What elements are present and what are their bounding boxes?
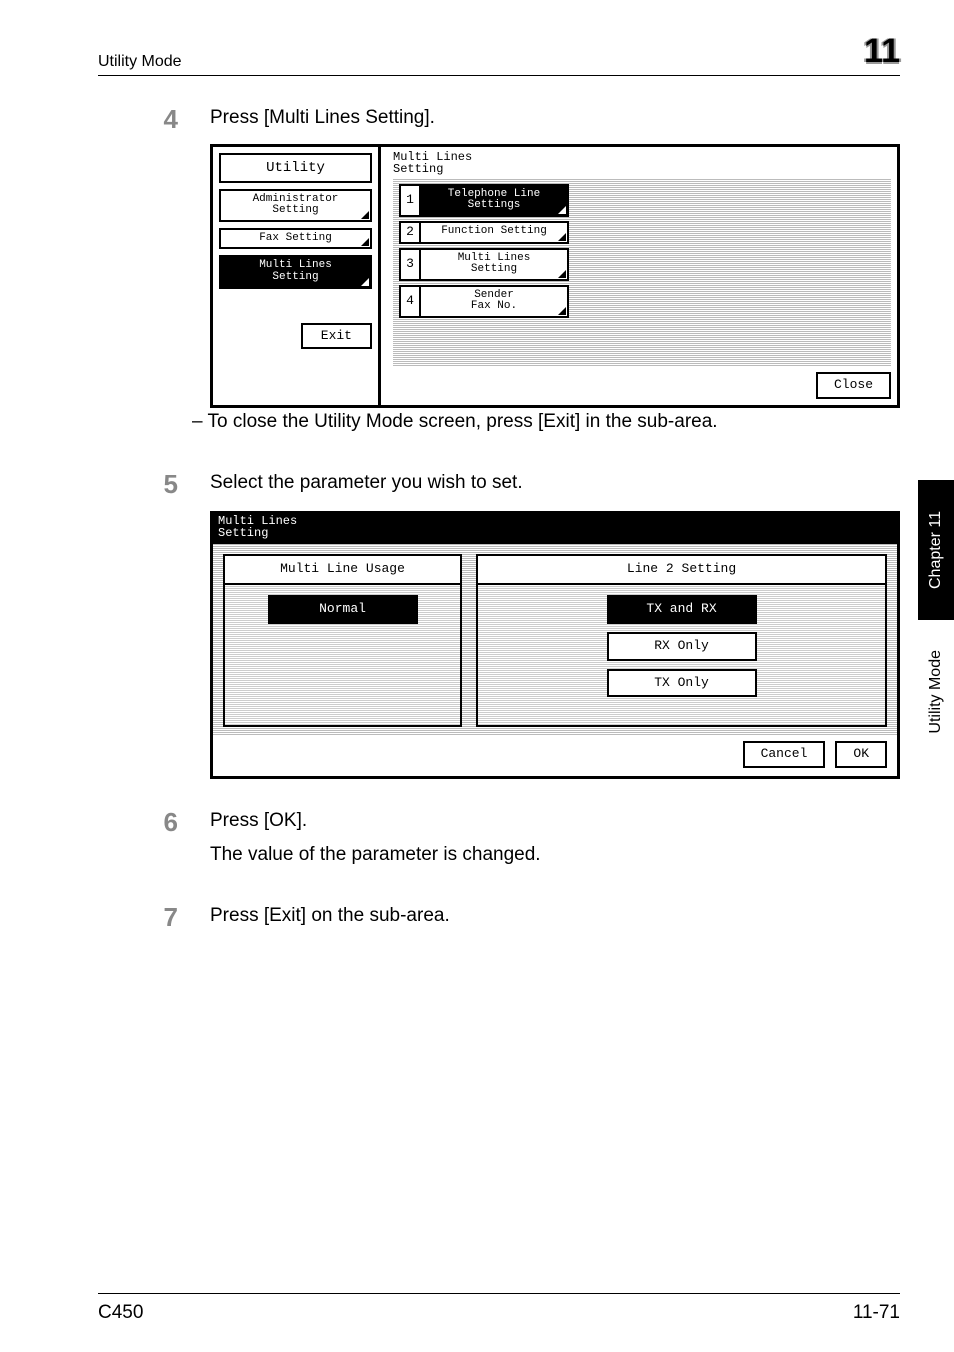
step-6-text2: The value of the parameter is changed. bbox=[210, 841, 900, 869]
option-rx-only[interactable]: RX Only bbox=[607, 632, 757, 661]
col-head-line-2-setting: Line 2 Setting bbox=[478, 556, 885, 585]
col-head-multi-line-usage: Multi Line Usage bbox=[225, 556, 460, 585]
side-tab: Chapter 11 Utility Mode bbox=[918, 480, 954, 780]
cancel-button[interactable]: Cancel bbox=[743, 741, 826, 768]
ok-button[interactable]: OK bbox=[835, 741, 887, 768]
step-6-number: 6 bbox=[98, 807, 178, 874]
screen-utility-multi-lines: Utility Administrator Setting Fax Settin… bbox=[210, 144, 900, 408]
menu-item-label: Multi Lines Setting bbox=[458, 252, 531, 276]
chevron-icon bbox=[558, 206, 566, 214]
footer-left: C450 bbox=[98, 1302, 143, 1324]
side-chapter-label: Chapter 11 bbox=[918, 480, 954, 620]
chevron-icon bbox=[558, 307, 566, 315]
main-title: Multi Lines Setting bbox=[393, 151, 891, 176]
sidebar-item-admin-setting[interactable]: Administrator Setting bbox=[219, 189, 372, 222]
menu-item-label: Sender Fax No. bbox=[471, 289, 517, 313]
menu-item-multi-lines-setting[interactable]: Multi Lines Setting bbox=[419, 248, 569, 281]
chevron-icon bbox=[558, 233, 566, 241]
side-mode-label: Utility Mode bbox=[927, 650, 945, 734]
step-7-number: 7 bbox=[98, 902, 178, 936]
screen-multi-lines-parameter: Multi Lines Setting Multi Line Usage Nor… bbox=[210, 511, 900, 779]
menu-item-label: Telephone Line Settings bbox=[448, 188, 540, 212]
header-title: Utility Mode bbox=[98, 53, 182, 71]
sidebar-item-label: Administrator Setting bbox=[253, 193, 339, 217]
step-5-text: Select the parameter you wish to set. bbox=[210, 469, 900, 497]
chevron-icon bbox=[361, 278, 369, 286]
item-number: 2 bbox=[399, 221, 419, 244]
sidebar-item-multi-lines-setting[interactable]: Multi Lines Setting bbox=[219, 255, 372, 288]
sidebar-item-label: Multi Lines Setting bbox=[259, 259, 332, 283]
screen2-title: Multi Lines Setting bbox=[210, 511, 900, 544]
page-footer: C450 11-71 bbox=[98, 1293, 900, 1324]
chevron-icon bbox=[361, 211, 369, 219]
chevron-icon bbox=[558, 270, 566, 278]
close-button[interactable]: Close bbox=[816, 372, 891, 399]
utility-title: Utility bbox=[219, 153, 372, 183]
page-header: Utility Mode 11 bbox=[98, 32, 900, 76]
step-7-text: Press [Exit] on the sub-area. bbox=[210, 902, 900, 930]
sidebar-item-fax-setting[interactable]: Fax Setting bbox=[219, 228, 372, 250]
step-4-subtext: – To close the Utility Mode screen, pres… bbox=[210, 408, 900, 436]
chevron-icon bbox=[361, 238, 369, 246]
step-5-number: 5 bbox=[98, 469, 178, 779]
step-4-text: Press [Multi Lines Setting]. bbox=[210, 104, 900, 132]
option-normal[interactable]: Normal bbox=[268, 595, 418, 624]
menu-item-telephone-line-settings[interactable]: Telephone Line Settings bbox=[419, 184, 569, 217]
item-number: 4 bbox=[399, 285, 419, 318]
sidebar-item-label: Fax Setting bbox=[259, 232, 332, 244]
footer-right: 11-71 bbox=[853, 1302, 900, 1324]
chapter-number: 11 bbox=[864, 32, 900, 71]
item-number: 1 bbox=[399, 184, 419, 217]
item-number: 3 bbox=[399, 248, 419, 281]
step-4-number: 4 bbox=[98, 104, 178, 441]
exit-button[interactable]: Exit bbox=[301, 323, 372, 350]
option-tx-and-rx[interactable]: TX and RX bbox=[607, 595, 757, 624]
menu-item-sender-fax-no[interactable]: Sender Fax No. bbox=[419, 285, 569, 318]
menu-item-function-setting[interactable]: Function Setting bbox=[419, 221, 569, 244]
step-6-text: Press [OK]. bbox=[210, 807, 900, 835]
menu-item-label: Function Setting bbox=[441, 225, 547, 237]
option-tx-only[interactable]: TX Only bbox=[607, 669, 757, 698]
